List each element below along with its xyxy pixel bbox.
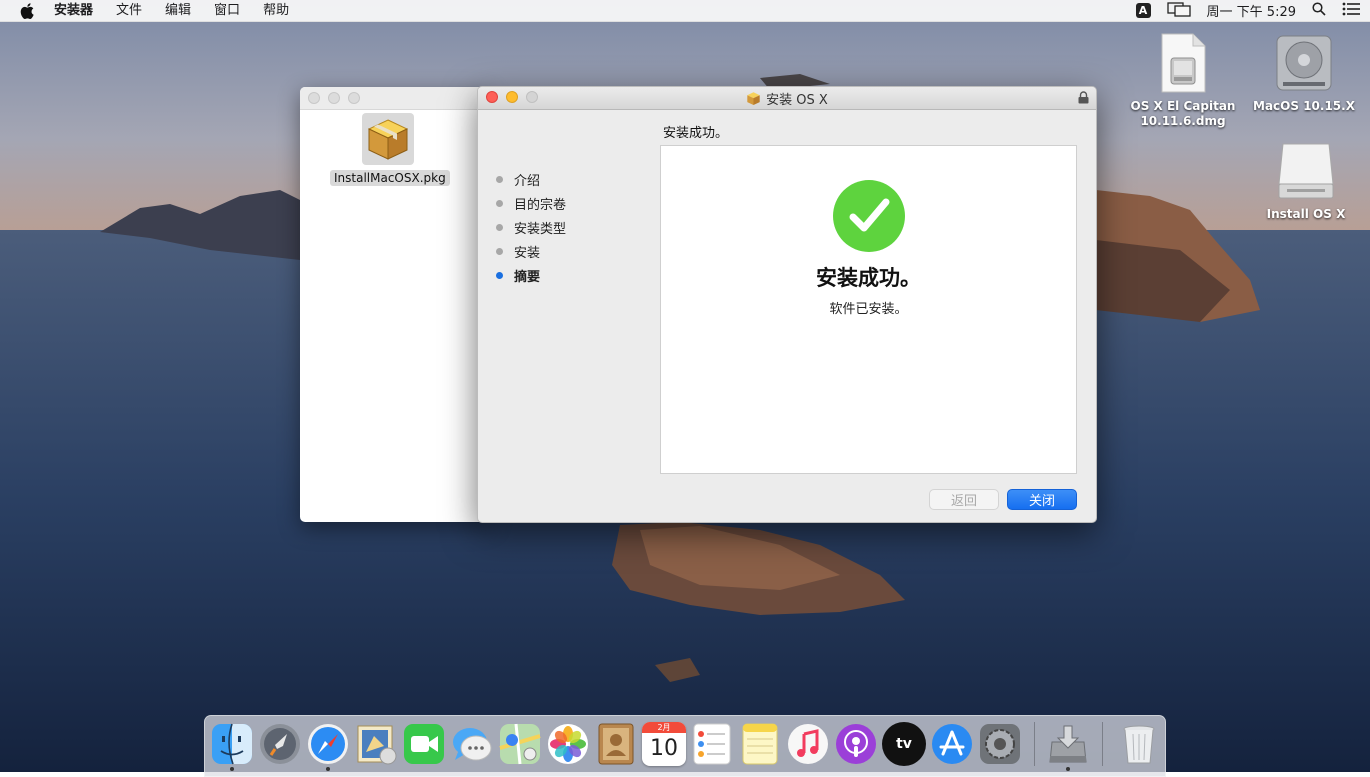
step-dot [496, 247, 503, 255]
safari-icon[interactable] [306, 722, 350, 766]
calendar-icon[interactable]: 2月 10 [642, 722, 686, 766]
contacts-icon[interactable] [594, 722, 638, 766]
installer-title: 安装 OS X [746, 89, 828, 108]
success-subtitle: 软件已安装。 [829, 302, 908, 317]
photos-icon[interactable] [546, 722, 590, 766]
step-destination: 目的宗卷 [496, 191, 566, 215]
step-installation: 安装 [496, 239, 566, 263]
step-label: 安装类型 [514, 221, 567, 237]
summary-panel: 安装成功。 软件已安装。 [660, 145, 1077, 474]
installer-icon[interactable] [1046, 722, 1090, 766]
menu-clock[interactable]: 周一 下午 5:29 [1207, 1, 1296, 20]
dock-separator [1102, 722, 1103, 766]
installer-title-text: 安装 OS X [766, 92, 828, 108]
tv-icon[interactable]: tv [882, 722, 926, 766]
dock-separator [1034, 722, 1035, 766]
finder-titlebar[interactable] [300, 87, 490, 110]
hard-drive-icon [1276, 35, 1332, 91]
trash-icon[interactable] [1117, 722, 1161, 766]
step-dot [496, 199, 503, 207]
menu-app-name[interactable]: 安装器 [54, 0, 93, 22]
finder-window: InstallMacOSX.pkg [300, 87, 490, 522]
desktop-item-label: OS X El Capitan 10.11.6.dmg [1130, 99, 1236, 128]
apple-menu-icon[interactable] [20, 0, 36, 22]
app-store-icon[interactable] [930, 722, 974, 766]
spotlight-search-icon[interactable] [1312, 1, 1326, 20]
step-dot [496, 175, 503, 183]
notes-icon[interactable] [738, 722, 782, 766]
desktop-item-dmg[interactable]: OS X El Capitan 10.11.6.dmg [1128, 32, 1238, 129]
step-install-type: 安装类型 [496, 215, 566, 239]
running-indicator [1066, 767, 1070, 771]
notification-center-icon[interactable] [1342, 2, 1360, 20]
close-window-button[interactable] [308, 92, 320, 104]
step-introduction: 介绍 [496, 167, 566, 191]
calendar-day: 10 [650, 736, 678, 761]
system-preferences-icon[interactable] [978, 722, 1022, 766]
running-indicator [230, 767, 234, 771]
step-heading: 安装成功。 [663, 126, 729, 141]
menu-file[interactable]: 文件 [116, 0, 142, 22]
desktop-item-label: MacOS 10.15.X [1253, 99, 1355, 113]
close-button[interactable]: 关闭 [1007, 489, 1077, 510]
menu-edit[interactable]: 编辑 [165, 0, 191, 22]
file-item-pkg[interactable]: InstallMacOSX.pkg [330, 113, 450, 186]
success-checkmark-icon [833, 180, 905, 252]
messages-icon[interactable] [450, 722, 494, 766]
mail-icon[interactable] [354, 722, 398, 766]
file-item-label: InstallMacOSX.pkg [330, 170, 450, 186]
calendar-month: 2月 [642, 722, 686, 733]
zoom-window-button[interactable] [526, 91, 538, 103]
step-summary: 摘要 [496, 263, 566, 287]
zoom-window-button[interactable] [348, 92, 360, 104]
maps-icon[interactable] [498, 722, 542, 766]
step-dot-active [496, 271, 503, 279]
display-mirroring-icon[interactable] [1166, 1, 1191, 21]
desktop-item-label: Install OS X [1266, 207, 1346, 221]
step-label: 安装 [514, 245, 541, 261]
package-icon [747, 91, 760, 105]
desktop-item-install-volume[interactable]: Install OS X [1251, 140, 1361, 222]
reminders-icon[interactable] [690, 722, 734, 766]
podcasts-icon[interactable] [834, 722, 878, 766]
desktop-item-macos-volume[interactable]: MacOS 10.15.X [1249, 32, 1359, 114]
music-icon[interactable] [786, 722, 830, 766]
menu-bar: 安装器 文件 编辑 窗口 帮助 A 周一 下午 5:29 [0, 0, 1370, 22]
minimize-window-button[interactable] [506, 91, 518, 103]
finder-icon[interactable] [210, 722, 254, 766]
dock: 2月 10 tv [204, 715, 1166, 777]
back-button[interactable]: 返回 [929, 489, 999, 510]
menu-help[interactable]: 帮助 [263, 0, 289, 22]
input-source-icon[interactable]: A [1135, 3, 1151, 18]
step-label: 摘要 [514, 269, 541, 285]
minimize-window-button[interactable] [328, 92, 340, 104]
installer-titlebar[interactable]: 安装 OS X [478, 87, 1096, 110]
package-icon [367, 119, 408, 160]
external-drive-icon [1278, 143, 1334, 199]
launchpad-icon[interactable] [258, 722, 302, 766]
installer-steps: 介绍 目的宗卷 安装类型 安装 摘要 [496, 167, 566, 287]
success-title: 安装成功。 [816, 266, 921, 290]
dmg-file-icon [1161, 33, 1206, 93]
step-label: 介绍 [514, 173, 541, 189]
installer-window: 安装 OS X 安装成功。 介绍 目的宗卷 安装类型 安装 摘要 安装成功。 软… [477, 86, 1097, 523]
running-indicator [326, 767, 330, 771]
facetime-icon[interactable] [402, 722, 446, 766]
lock-icon[interactable] [1078, 91, 1089, 108]
menu-window[interactable]: 窗口 [214, 0, 240, 22]
step-label: 目的宗卷 [514, 197, 567, 213]
tv-icon-text: tv [896, 736, 912, 752]
step-dot [496, 223, 503, 231]
close-window-button[interactable] [486, 91, 498, 103]
